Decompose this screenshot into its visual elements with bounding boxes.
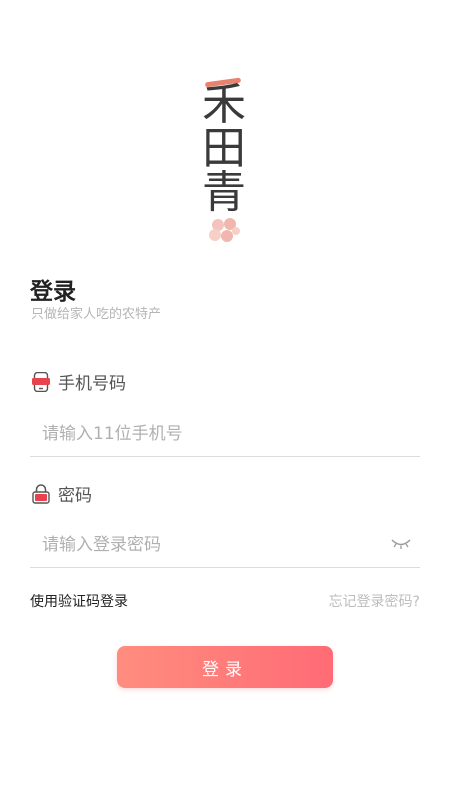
phone-input[interactable] [30,411,420,457]
lock-icon [32,483,50,504]
logo-char-1: 禾 [202,79,246,130]
page-subtitle: 只做给家人吃的农特产 [31,307,162,322]
login-button[interactable]: 登录 [117,646,333,688]
password-input[interactable] [30,522,420,568]
flower-icon [209,218,240,242]
logo-char-3: 青 [202,167,246,218]
brand-logo: 禾 田 青 [195,76,255,248]
logo-char-2: 田 [202,123,246,174]
phone-field-label: 手机号码 [32,369,126,394]
phone-icon [32,371,50,392]
code-login-link[interactable]: 使用验证码登录 [30,591,128,611]
phone-label-text: 手机号码 [58,374,126,394]
forgot-password-link[interactable]: 忘记登录密码? [329,591,420,611]
page-title: 登录 [30,279,76,305]
eye-closed-icon[interactable] [391,538,411,550]
password-label-text: 密码 [58,486,92,506]
password-field-label: 密码 [32,481,92,506]
